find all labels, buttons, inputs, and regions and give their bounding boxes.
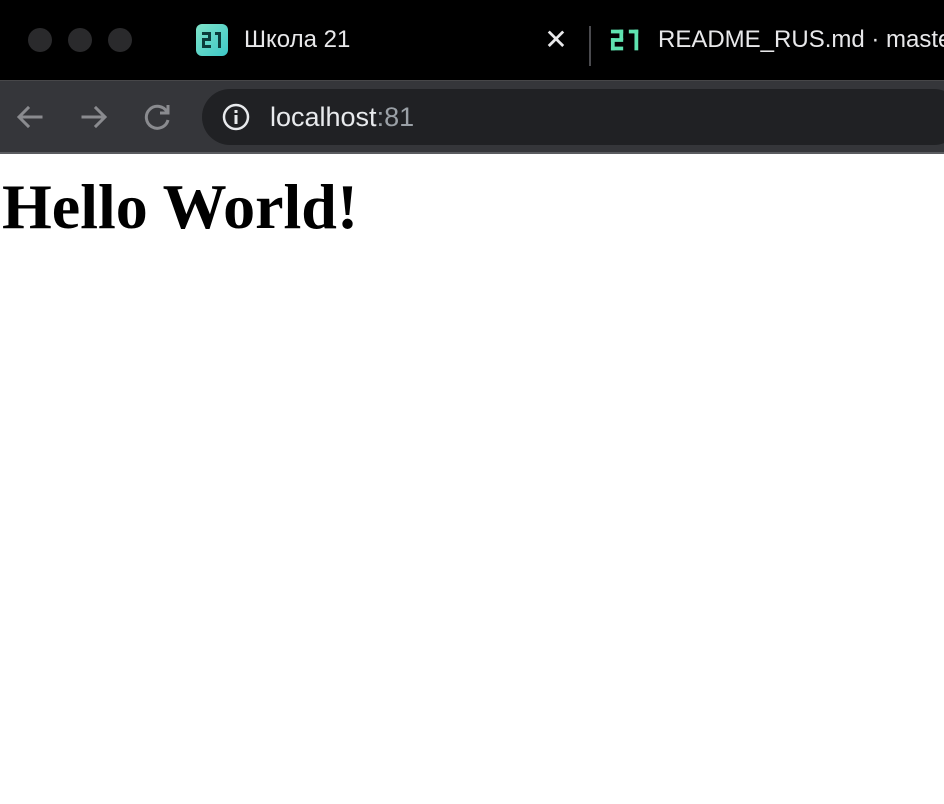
address-bar[interactable]: localhost:81 xyxy=(202,89,944,145)
tab-title: README_RUS.md · maste xyxy=(658,26,944,53)
tab-readme[interactable]: README_RUS.md · maste xyxy=(594,0,944,80)
window-close-button[interactable] xyxy=(28,28,52,52)
browser-toolbar: localhost:81 xyxy=(0,80,944,153)
toolbar-divider xyxy=(0,152,944,154)
url-host: localhost xyxy=(270,102,377,132)
reload-button[interactable] xyxy=(138,97,178,137)
back-arrow-icon xyxy=(16,105,43,129)
back-button[interactable] xyxy=(10,97,50,137)
forward-button[interactable] xyxy=(74,97,114,137)
page-heading: Hello World! xyxy=(2,171,359,242)
url-port: :81 xyxy=(376,102,415,132)
tab-close-button[interactable]: ✕ xyxy=(542,26,570,54)
window-minimize-button[interactable] xyxy=(68,28,92,52)
url-text[interactable]: localhost:81 xyxy=(270,102,414,133)
info-icon[interactable] xyxy=(222,103,250,131)
school-21-icon xyxy=(610,24,642,56)
tab-divider xyxy=(589,26,591,66)
reload-icon xyxy=(144,104,170,130)
forward-arrow-icon xyxy=(81,105,108,129)
window-maximize-button[interactable] xyxy=(108,28,132,52)
tab-school-21[interactable]: Школа 21 ✕ xyxy=(182,0,584,80)
school-21-icon xyxy=(196,24,228,56)
tab-title: Школа 21 xyxy=(244,26,351,53)
tab-strip: Школа 21 ✕ README_RUS.md · maste xyxy=(0,0,944,80)
